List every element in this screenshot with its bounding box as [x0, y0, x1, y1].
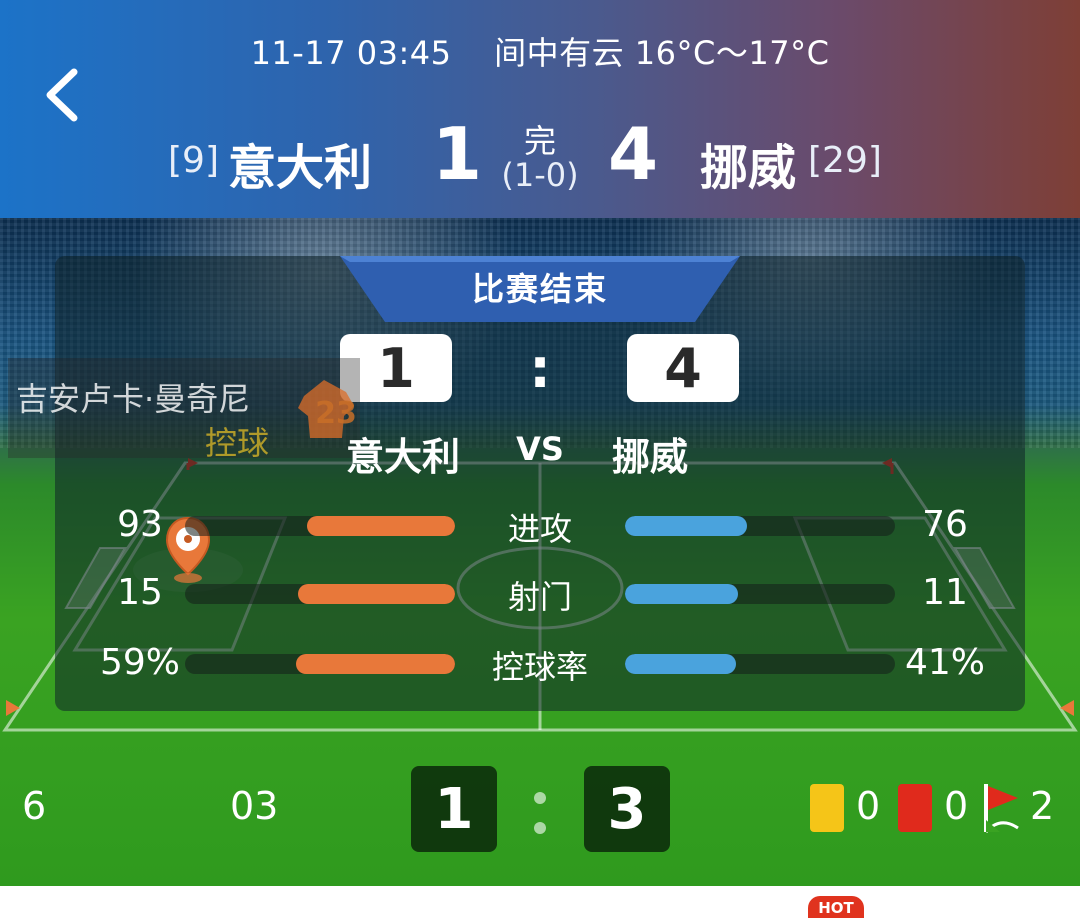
red-card-icon	[898, 784, 932, 832]
match-ended-label: 比赛结束	[471, 270, 608, 308]
away-score: 4	[608, 112, 659, 196]
home-score: 1	[432, 112, 483, 196]
yellow-card-icon	[810, 784, 844, 832]
stat-home-fill	[295, 654, 455, 674]
stat-label: 进攻	[507, 510, 572, 548]
stat-row-possession: 59% 控球率 41%	[55, 642, 1025, 686]
panel-score-separator: :	[529, 337, 551, 400]
score-separator-dots	[534, 792, 546, 834]
stat-away-value: 76	[922, 504, 968, 545]
red-card-count: 0	[944, 784, 969, 828]
stat-home-value: 59%	[99, 642, 180, 683]
stat-away-fill	[625, 516, 747, 536]
event-player-name: 吉安卢卡·曼奇尼	[16, 380, 251, 418]
stat-home-bar	[185, 516, 455, 536]
panel-away-score: 4	[627, 334, 739, 402]
live-animation-area: 比赛结束 1 : 4 吉安卢卡·曼奇尼 2 3 控球 意大利 VS 挪威 93 进…	[0, 218, 1080, 886]
home-team-name[interactable]: 意大利	[228, 128, 372, 198]
stat-home-bar	[185, 654, 455, 674]
match-meta: 11-17 03:45 间中有云 16°C～17°C	[0, 28, 1080, 74]
away-team-name[interactable]: 挪威	[700, 128, 796, 198]
match-header: 11-17 03:45 间中有云 16°C～17°C [9] 意大利 1 完 (…	[0, 0, 1080, 218]
stat-away-fill	[625, 584, 739, 604]
stat-away-bar	[625, 516, 895, 536]
stat-label: 控球率	[491, 648, 588, 686]
stat-home-bar	[185, 584, 455, 604]
corner-flag-icon	[984, 784, 1019, 834]
hot-badge: HOT	[808, 896, 864, 918]
stat-home-value: 93	[117, 504, 163, 545]
stat-row-attack: 93 进攻 76	[55, 504, 1025, 548]
stat-away-value: 41%	[904, 642, 985, 683]
stat-away-value: 11	[922, 572, 968, 613]
half-time-score: (1-0)	[501, 156, 579, 194]
panel-home-name: 意大利	[346, 435, 461, 479]
bottom-away-score: 3	[584, 766, 670, 852]
match-datetime: 11-17 03:45	[250, 34, 452, 72]
vs-label: VS	[516, 430, 564, 468]
stat-home-fill	[298, 584, 455, 604]
stat-away-bar	[625, 584, 895, 604]
panel-away-name: 挪威	[612, 435, 689, 479]
bottom-stat-b: 03	[230, 784, 279, 828]
stat-away-fill	[625, 654, 736, 674]
away-rank: [29]	[808, 140, 882, 181]
event-action: 控球	[205, 424, 270, 462]
stat-away-bar	[625, 654, 895, 674]
bottom-stat-a: 6	[22, 784, 47, 828]
bottom-home-score: 1	[411, 766, 497, 852]
stat-home-fill	[306, 516, 455, 536]
stat-label: 射门	[507, 578, 572, 616]
stat-home-value: 15	[117, 572, 163, 613]
corner-count: 2	[1030, 784, 1055, 828]
yellow-card-count: 0	[856, 784, 881, 828]
stat-row-shots: 15 射门 11	[55, 572, 1025, 616]
home-rank: [9]	[168, 140, 219, 181]
match-weather: 间中有云 16°C～17°C	[494, 34, 830, 72]
